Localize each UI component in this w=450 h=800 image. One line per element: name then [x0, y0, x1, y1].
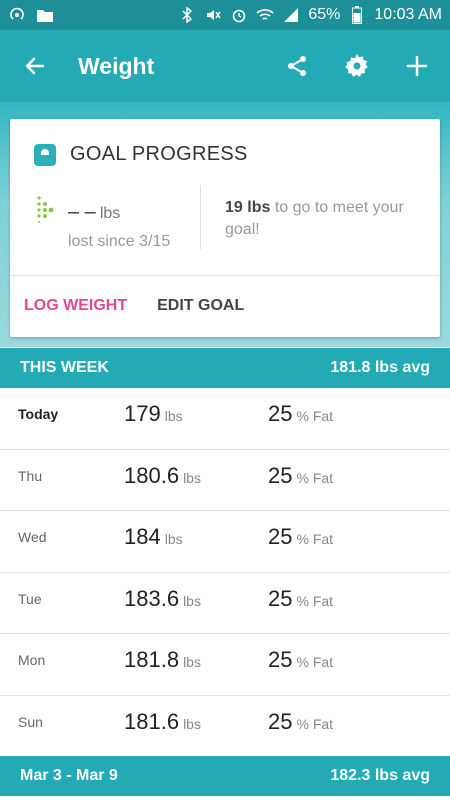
- fitbit-logo-icon: [37, 196, 54, 223]
- weight-unit: lbs: [164, 531, 183, 547]
- bluetooth-icon: [178, 6, 196, 24]
- remaining-value: 19 lbs: [225, 199, 271, 216]
- folder-icon: [36, 6, 54, 24]
- fat-unit: % Fat: [296, 592, 334, 609]
- fat-value: 25: [268, 708, 293, 734]
- status-bar: 65% 10:03 AM: [0, 0, 450, 30]
- lost-since-label: lost since 3/15: [68, 233, 171, 250]
- list-item[interactable]: Mon 181.8 lbs 25% Fat: [0, 634, 450, 696]
- weight-value: 179: [124, 401, 161, 426]
- card-divider: [10, 275, 440, 276]
- weight-value: 181.8: [124, 647, 180, 672]
- day-label: Today: [18, 406, 59, 422]
- day-label: Mon: [18, 652, 46, 668]
- weight-unit: lbs: [183, 469, 201, 486]
- fat-value: 25: [268, 585, 293, 611]
- battery-icon: [348, 6, 366, 24]
- settings-gear-icon[interactable]: [342, 51, 372, 81]
- section-average: 182.3 lbs avg: [330, 767, 430, 784]
- battery-percent: 65%: [308, 6, 341, 23]
- list-item[interactable]: Wed 184 lbs 25% Fat: [0, 511, 450, 573]
- fat-value: 25: [268, 401, 293, 426]
- weight-value: 180.6: [124, 462, 180, 488]
- fat-unit: % Fat: [296, 408, 334, 424]
- weight-unit: lbs: [183, 654, 201, 670]
- back-arrow-icon[interactable]: [20, 51, 50, 81]
- weight-log-list: Today 179 lbs 25% Fat Thu 180.6 lbs 25% Fa…: [0, 388, 450, 757]
- lost-unit: lbs: [99, 205, 121, 222]
- list-item[interactable]: Tue 183.6 lbs 25% Fat: [0, 573, 450, 634]
- section-title: THIS WEEK: [20, 359, 109, 376]
- log-weight-button[interactable]: LOG WEIGHT: [24, 297, 127, 315]
- card-title: GOAL PROGRESS: [70, 143, 248, 165]
- this-week-header: THIS WEEK 181.8 lbs avg: [0, 348, 450, 388]
- weight-unit: lbs: [183, 592, 201, 609]
- day-label: Wed: [18, 529, 47, 545]
- fat-unit: % Fat: [296, 469, 334, 486]
- wifi-icon: [256, 6, 274, 24]
- weight-value: 183.6: [124, 585, 180, 611]
- fat-value: 25: [268, 524, 293, 549]
- share-icon[interactable]: [282, 51, 312, 81]
- fat-unit: % Fat: [296, 654, 334, 670]
- goal-remaining-stat: 19 lbs to go to meet your goal!: [225, 197, 425, 241]
- lost-value: – –: [68, 201, 96, 223]
- day-label: Tue: [18, 590, 42, 607]
- scale-icon: [34, 143, 56, 166]
- clock: 10:03 AM: [374, 6, 442, 23]
- weight-unit: lbs: [183, 715, 201, 732]
- app-bar: Weight: [0, 30, 450, 102]
- signal-icon: [282, 6, 300, 24]
- fat-unit: % Fat: [296, 531, 334, 547]
- mute-icon: [204, 6, 222, 24]
- hotspot-icon: [8, 6, 26, 24]
- fat-unit: % Fat: [296, 715, 334, 732]
- weight-unit: lbs: [164, 408, 183, 424]
- fat-value: 25: [268, 647, 293, 672]
- list-item[interactable]: Thu 180.6 lbs 25% Fat: [0, 450, 450, 511]
- goal-progress-card: GOAL PROGRESS – – lbs lost since 3/15 19 …: [10, 119, 440, 337]
- page-title: Weight: [78, 52, 155, 79]
- edit-goal-button[interactable]: EDIT GOAL: [157, 297, 244, 315]
- weight-value: 184: [124, 524, 161, 549]
- section-title: Mar 3 - Mar 9: [20, 767, 118, 784]
- day-label: Sun: [18, 713, 43, 730]
- fat-value: 25: [268, 462, 293, 488]
- previous-week-header[interactable]: Mar 3 - Mar 9 182.3 lbs avg: [0, 756, 450, 796]
- list-item[interactable]: Sun 181.6 lbs 25% Fat: [0, 696, 450, 757]
- section-average: 181.8 lbs avg: [330, 359, 430, 376]
- list-item[interactable]: Today 179 lbs 25% Fat: [0, 388, 450, 450]
- day-label: Thu: [18, 467, 43, 484]
- weight-value: 181.6: [124, 708, 180, 734]
- add-icon[interactable]: [402, 51, 432, 81]
- stat-divider: [200, 185, 201, 249]
- alarm-icon: [230, 6, 248, 24]
